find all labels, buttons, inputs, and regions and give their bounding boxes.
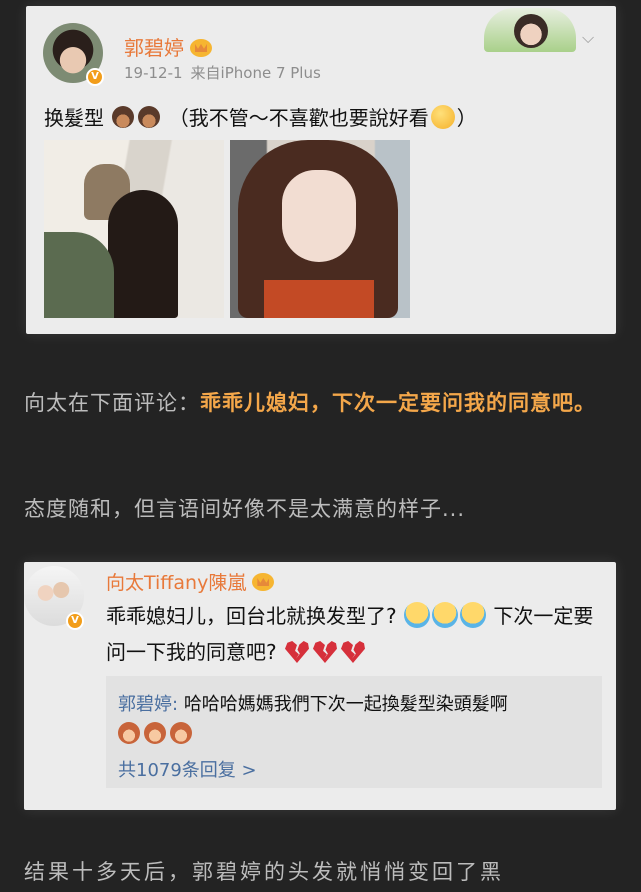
caption-1: 向太在下面评论：乖乖儿媳妇，下次一定要问我的同意吧。 <box>24 384 624 422</box>
commenter-name[interactable]: 向太Tiffany陳嵐 <box>106 568 275 595</box>
sub-reply-author[interactable]: 郭碧婷: <box>118 694 178 715</box>
post-author-name[interactable]: 郭碧婷 <box>124 32 212 61</box>
monkey-emoji-icon <box>170 722 192 744</box>
yum-emoji-icon <box>430 105 455 129</box>
emoji-face-icon <box>112 106 135 128</box>
broken-heart-icon <box>284 641 309 663</box>
sub-reply-text: 哈哈哈媽媽我們下次一起換髮型染頭髮啊 <box>183 694 508 715</box>
chevron-down-icon[interactable]: ⌵ <box>582 28 594 48</box>
monkey-emoji-row <box>118 722 196 748</box>
post-text: 换髮型 （我不管～不喜歡也要說好看 ） <box>44 102 477 131</box>
crying-emoji-icon <box>459 602 486 628</box>
post-source: 来自iPhone 7 Plus <box>190 64 321 82</box>
crying-emoji-icon <box>403 602 430 628</box>
sub-reply-line: 郭碧婷: 哈哈哈媽媽我們下次一起換髮型染頭髮啊 <box>118 690 508 716</box>
comment-text: 乖乖媳妇儿，回台北就换发型了? 下次一定要问一下我的同意吧? <box>106 598 606 670</box>
decorative-avatar-icon <box>484 8 576 52</box>
verified-badge-icon: V <box>86 68 104 86</box>
comment-card: V 向太Tiffany陳嵐 乖乖媳妇儿，回台北就换发型了? 下次一定要问一下我的… <box>24 562 616 810</box>
caption-1-highlight: 乖乖儿媳妇，下次一定要问我的同意吧。 <box>200 391 596 415</box>
author-name-text[interactable]: 郭碧婷 <box>124 36 184 60</box>
caption-2: 态度随和，但言语间好像不是太满意的样子... <box>24 497 466 521</box>
crown-icon <box>252 573 275 591</box>
weibo-post-card: V 郭碧婷 19-12-1 来自iPhone 7 Plus ⌵ 换髮型 （我不管～… <box>26 6 616 334</box>
monkey-emoji-icon <box>144 722 166 744</box>
more-replies-link[interactable]: 共1079条回复 > <box>118 756 257 782</box>
post-photo-1[interactable] <box>44 140 224 318</box>
post-text-part2: （我不管～不喜歡也要說好看 <box>168 106 429 130</box>
verified-badge-icon: V <box>66 612 84 630</box>
caption-1-prefix: 向太在下面评论： <box>24 391 200 415</box>
monkey-emoji-icon <box>118 722 140 744</box>
caption-3: 结果十多天后，郭碧婷的头发就悄悄变回了黑 <box>24 860 504 884</box>
post-text-part1: 换髮型 <box>44 106 104 130</box>
commenter-name-text[interactable]: 向太Tiffany陳嵐 <box>106 572 246 594</box>
post-text-part3: ） <box>456 106 477 130</box>
crying-emoji-icon <box>431 602 458 628</box>
post-meta: 19-12-1 来自iPhone 7 Plus <box>124 62 329 83</box>
post-photo-2[interactable] <box>230 140 410 318</box>
emoji-face-icon <box>138 106 161 128</box>
comment-text-part1: 乖乖媳妇儿，回台北就换发型了? <box>106 604 397 628</box>
sub-reply-box[interactable]: 郭碧婷: 哈哈哈媽媽我們下次一起換髮型染頭髮啊 共1079条回复 > <box>106 676 602 788</box>
broken-heart-icon <box>340 641 365 663</box>
post-time: 19-12-1 <box>124 64 183 82</box>
broken-heart-icon <box>312 641 337 663</box>
crown-icon <box>190 39 212 57</box>
